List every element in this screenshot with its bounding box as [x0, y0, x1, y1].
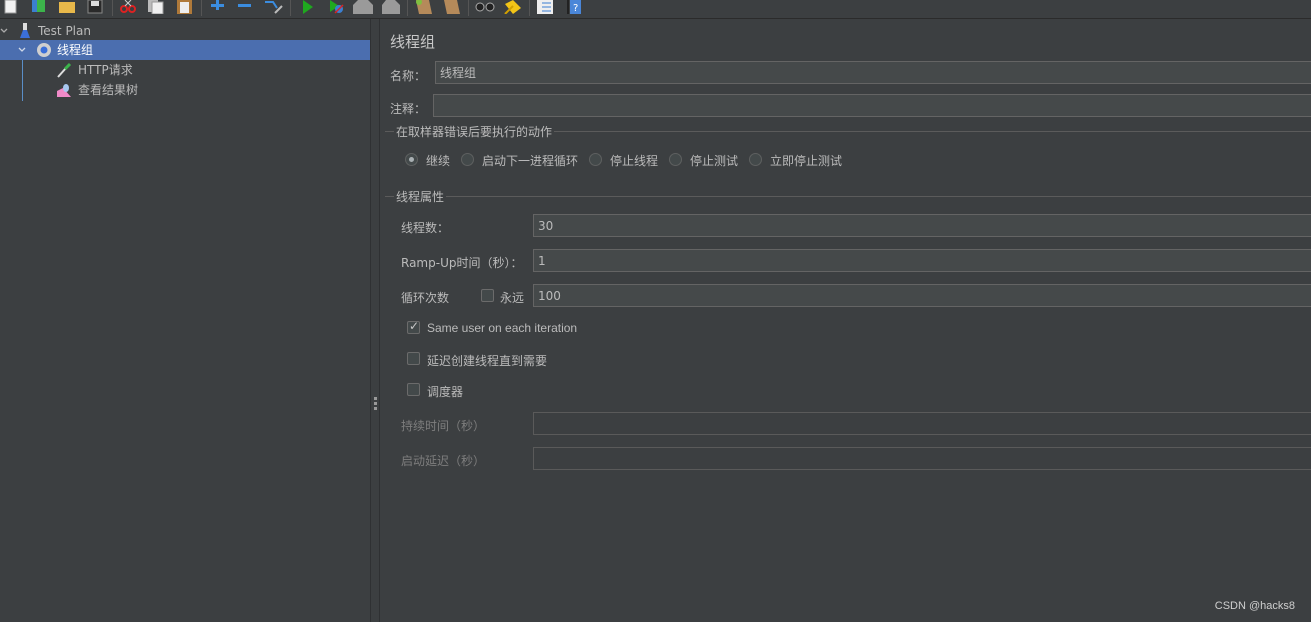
radio-start-next-loop[interactable]: [461, 153, 474, 166]
check-icon: ✓: [409, 319, 420, 333]
toolbar-separator: [529, 0, 530, 16]
reset-search-icon[interactable]: [503, 0, 521, 15]
rampup-label: Ramp-Up时间（秒）：: [401, 256, 523, 270]
tree-item-thread-group[interactable]: 线程组: [0, 40, 370, 60]
toolbar-separator: [290, 0, 291, 16]
function-helper-icon[interactable]: [535, 0, 553, 14]
radio-stop-thread[interactable]: [589, 153, 602, 166]
duration-label: 持续时间（秒）: [401, 419, 486, 433]
chevron-down-icon[interactable]: [0, 21, 10, 41]
radio-label: 停止测试: [690, 154, 739, 168]
copy-icon[interactable]: [147, 0, 165, 15]
tree-item-label: 线程组: [57, 43, 94, 57]
divider-grip: [374, 397, 377, 400]
svg-text:?: ?: [573, 3, 578, 14]
same-user-label: Same user on each iteration: [427, 321, 578, 335]
toolbar-separator: [201, 0, 202, 16]
thread-props-title: 线程属性: [394, 188, 447, 205]
radio-stop-test-now[interactable]: [749, 153, 762, 166]
collapse-icon[interactable]: [236, 0, 254, 14]
tree-item-label: Test Plan: [38, 24, 91, 38]
paste-icon[interactable]: [176, 0, 194, 14]
test-plan-icon: [18, 23, 34, 39]
toolbar-separator: [407, 0, 408, 16]
divider-grip: [374, 407, 377, 410]
start-icon[interactable]: [299, 0, 317, 14]
scheduler-label: 调度器: [427, 385, 464, 399]
radio-label: 启动下一进程循环: [482, 154, 579, 168]
comment-label: 注释：: [390, 102, 427, 116]
rampup-input[interactable]: [533, 249, 1311, 272]
cut-icon[interactable]: [119, 0, 137, 14]
toggle-icon[interactable]: [263, 0, 283, 14]
toolbar-separator: [468, 0, 469, 16]
delay-create-label: 延迟创建线程直到需要: [427, 354, 548, 368]
scheduler-checkbox[interactable]: [407, 383, 420, 396]
expand-icon[interactable]: [209, 0, 227, 14]
chevron-down-icon[interactable]: [18, 40, 28, 60]
threads-label: 线程数：: [401, 221, 450, 235]
stop-icon[interactable]: [352, 0, 373, 14]
http-sampler-icon: [56, 62, 72, 78]
error-action-title: 在取样器错误后要执行的动作: [394, 123, 555, 140]
comment-input[interactable]: [433, 94, 1311, 117]
templates-icon[interactable]: [30, 0, 48, 14]
duration-input[interactable]: [533, 412, 1311, 435]
name-label: 名称：: [390, 69, 427, 83]
test-plan-tree: Test Plan 线程组 HTTP请求 查看结果树: [0, 19, 370, 622]
clear-icon[interactable]: [413, 0, 432, 14]
radio-continue[interactable]: [405, 153, 418, 166]
startup-delay-label: 启动延迟（秒）: [401, 454, 486, 468]
thread-group-icon: [36, 42, 52, 58]
divider-grip: [374, 402, 377, 405]
tree-item-http-request[interactable]: HTTP请求: [0, 60, 370, 80]
page-title: 线程组: [390, 33, 436, 51]
watermark: CSDN @hacks8: [1214, 600, 1295, 612]
new-icon[interactable]: [2, 0, 20, 14]
radio-label: 停止线程: [610, 154, 659, 168]
toolbar: ?: [0, 0, 1311, 19]
loop-label: 循环次数: [401, 291, 450, 305]
result-tree-icon: [56, 82, 72, 98]
same-user-checkbox[interactable]: ✓: [407, 319, 420, 334]
open-icon[interactable]: [58, 0, 76, 14]
startup-delay-input[interactable]: [533, 447, 1311, 470]
split-pane-divider[interactable]: [370, 19, 380, 622]
clear-all-icon[interactable]: [441, 0, 460, 14]
save-icon[interactable]: [86, 0, 104, 14]
help-icon[interactable]: ?: [565, 0, 583, 14]
threads-input[interactable]: [533, 214, 1311, 237]
tree-item-label: HTTP请求: [78, 63, 133, 77]
radio-stop-test[interactable]: [669, 153, 682, 166]
tree-item-label: 查看结果树: [78, 83, 139, 97]
radio-label: 立即停止测试: [770, 154, 843, 168]
tree-item-test-plan[interactable]: Test Plan: [0, 21, 370, 41]
shutdown-icon[interactable]: [381, 0, 400, 14]
forever-checkbox[interactable]: [481, 289, 494, 302]
group-border: [385, 196, 1311, 197]
search-icon[interactable]: [474, 0, 495, 14]
thread-group-panel: 线程组 名称： 注释： 在取样器错误后要执行的动作 继续 启动下一进程循环 停止…: [381, 19, 1311, 622]
delay-create-checkbox[interactable]: [407, 352, 420, 365]
toolbar-separator: [112, 0, 113, 16]
radio-label: 继续: [426, 154, 451, 168]
forever-label: 永远: [500, 291, 525, 305]
tree-item-view-results-tree[interactable]: 查看结果树: [0, 80, 370, 100]
start-no-pause-icon[interactable]: [327, 0, 345, 14]
loop-count-input[interactable]: [533, 284, 1311, 307]
name-input[interactable]: [435, 61, 1311, 84]
